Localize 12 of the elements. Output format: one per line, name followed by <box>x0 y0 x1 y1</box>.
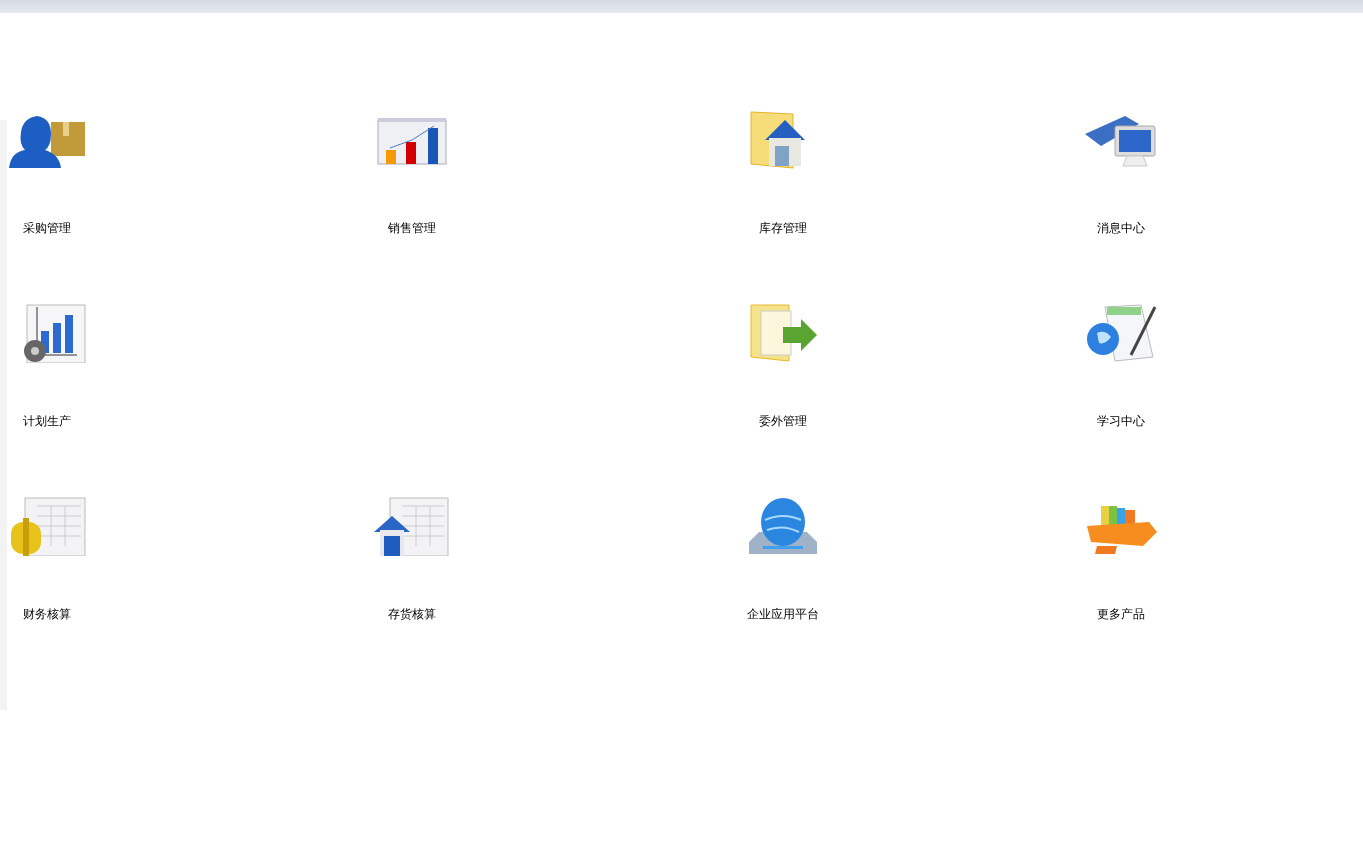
module-label[interactable]: 更多产品 <box>1097 606 1145 623</box>
module-label[interactable]: 委外管理 <box>759 413 807 430</box>
module-label[interactable]: 企业应用平台 <box>747 606 819 623</box>
module-label[interactable]: 消息中心 <box>1097 220 1145 237</box>
module-label[interactable]: 销售管理 <box>388 220 436 237</box>
module-label[interactable]: 学习中心 <box>1097 413 1145 430</box>
module-label[interactable]: 采购管理 <box>23 220 71 237</box>
module-label[interactable]: 财务核算 <box>23 606 71 623</box>
module-label[interactable]: 计划生产 <box>23 413 71 430</box>
sheet-with-house-icon[interactable] <box>372 496 452 556</box>
module-label[interactable]: 库存管理 <box>759 220 807 237</box>
module-label[interactable]: 存货核算 <box>388 606 436 623</box>
